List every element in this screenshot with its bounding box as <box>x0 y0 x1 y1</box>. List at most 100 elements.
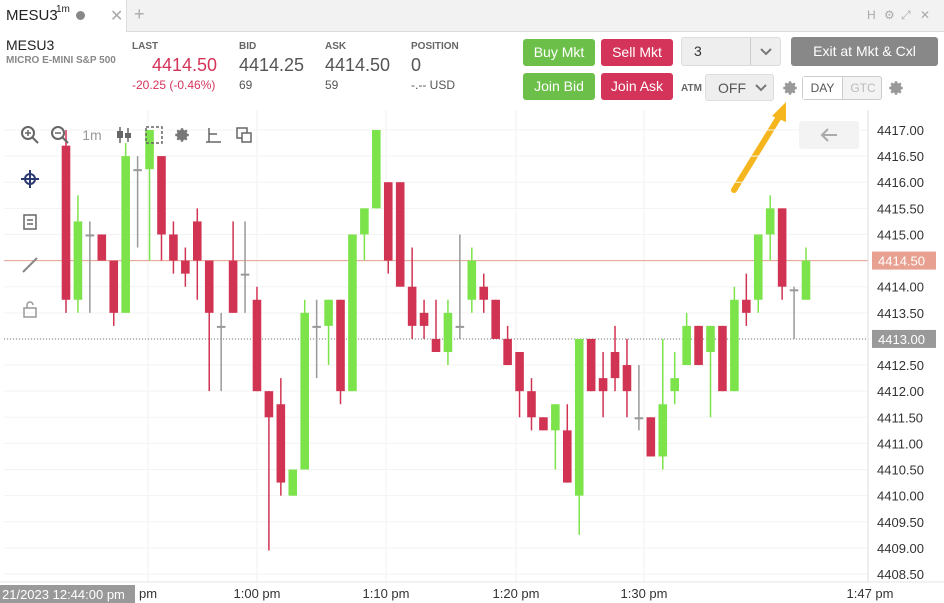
candle-body <box>109 260 119 313</box>
tab-interval: 1m <box>56 4 70 15</box>
buy-mkt-button[interactable]: Buy Mkt <box>523 39 595 66</box>
candle-body <box>348 234 357 392</box>
chart-settings-gear-icon[interactable] <box>168 121 196 149</box>
candle-body <box>216 325 226 328</box>
price-tick-label: 4411.00 <box>877 436 923 451</box>
time-tick-label: 1:10 pm <box>363 586 410 601</box>
quantity-value: 3 <box>694 43 702 59</box>
candle-body <box>85 234 95 237</box>
last-price-tag-label: 4414.50 <box>878 254 925 269</box>
candle-body <box>455 325 465 328</box>
notes-icon[interactable] <box>16 208 44 236</box>
selection-icon[interactable] <box>140 121 168 149</box>
candle-body <box>789 289 799 292</box>
price-tick-label: 4416.00 <box>877 175 924 190</box>
crosshair-price-tag-label: 4413.00 <box>878 332 925 347</box>
price-tick-label: 4417.00 <box>877 123 924 138</box>
candle-body <box>383 182 393 261</box>
candle-body <box>121 156 130 313</box>
hotkeys-icon[interactable]: H <box>867 8 876 22</box>
tif-gtc-option[interactable]: GTC <box>843 77 883 99</box>
close-tab-icon[interactable]: ✕ <box>110 6 123 26</box>
maximize-icon[interactable]: ⤢ <box>901 8 911 23</box>
candle-body <box>169 234 178 261</box>
candle-body <box>467 260 477 300</box>
price-tick-label: 4410.00 <box>877 489 924 504</box>
candle-body <box>765 208 775 235</box>
candle-body <box>240 273 250 276</box>
candle-body <box>801 260 811 300</box>
price-tick-label: 4411.50 <box>877 410 923 425</box>
candle-body <box>718 325 727 392</box>
sell-mkt-button[interactable]: Sell Mkt <box>601 39 673 66</box>
position-value: 0 <box>411 55 422 75</box>
price-tick-label: 4413.50 <box>877 306 924 321</box>
time-tick-label: pm <box>139 586 157 601</box>
candle-body <box>646 417 656 457</box>
price-tick-label: 4414.00 <box>877 280 924 295</box>
candle-body <box>491 299 500 339</box>
candle-body <box>133 169 142 172</box>
templates-icon[interactable] <box>230 121 258 149</box>
candle-body <box>658 404 668 457</box>
candle-body <box>360 208 369 235</box>
candle-body <box>443 312 453 352</box>
lock-icon[interactable] <box>16 295 44 323</box>
candle-body <box>634 417 644 420</box>
candle-body <box>372 130 381 209</box>
crosshair-icon[interactable] <box>16 165 44 193</box>
candle-body <box>419 312 429 326</box>
zoom-in-icon[interactable] <box>16 121 44 149</box>
join-bid-button[interactable]: Join Bid <box>523 73 595 100</box>
candle-body <box>73 221 83 300</box>
candle-body <box>562 430 572 483</box>
time-tick-label: 1:20 pm <box>493 586 540 601</box>
candle-body <box>157 156 166 235</box>
arrow-left-icon <box>820 128 837 142</box>
price-tick-label: 4412.50 <box>877 358 924 373</box>
price-tick-label: 4409.00 <box>877 541 924 556</box>
price-tick-label: 4415.50 <box>877 201 924 216</box>
scroll-to-latest-button[interactable] <box>799 121 859 149</box>
quantity-select[interactable]: 3 <box>681 37 781 66</box>
interval-button[interactable]: 1m <box>78 121 106 149</box>
candle-body <box>228 260 238 313</box>
candle-body <box>753 234 763 300</box>
indicators-icon[interactable] <box>199 121 227 149</box>
tif-toggle: DAY GTC <box>802 76 882 100</box>
candle-body <box>181 260 190 274</box>
tab-title: MESU3 <box>6 7 58 24</box>
price-tick-label: 4416.50 <box>877 149 924 164</box>
drawing-line-icon[interactable] <box>16 251 44 279</box>
candle-body <box>395 182 405 287</box>
candle-body <box>777 208 787 287</box>
connection-status-dot <box>76 11 85 20</box>
candle-body <box>706 325 715 352</box>
divider <box>750 38 751 65</box>
candle-body <box>670 378 680 392</box>
join-ask-button[interactable]: Join Ask <box>601 73 673 100</box>
candle-body <box>586 338 596 392</box>
candle-body <box>431 338 441 352</box>
chart-type-icon[interactable] <box>110 121 138 149</box>
position-pnl: -.-- USD <box>411 78 455 92</box>
atm-label: ATM <box>681 83 702 94</box>
price-axis: 4417.00 4416.50 4416.00 4415.50 4415.00 4414.… <box>867 110 944 603</box>
candle-body <box>61 145 71 300</box>
tab-mesu3[interactable]: MESU3 1m ✕ <box>0 0 127 32</box>
close-window-icon[interactable]: ✕ <box>920 8 930 22</box>
add-tab-icon[interactable]: + <box>134 4 145 25</box>
price-tick-label: 4415.00 <box>877 227 924 242</box>
candle-body <box>610 352 620 379</box>
candle-body <box>192 221 202 261</box>
price-chart[interactable]: 4417.00 4416.50 4416.00 4415.50 4415.00 4414.… <box>0 110 944 603</box>
candle-body <box>300 312 310 470</box>
zoom-out-icon[interactable] <box>46 121 74 149</box>
bid-label: BID <box>239 41 257 52</box>
tif-settings-gear-icon[interactable] <box>887 79 905 97</box>
exit-at-mkt-cxl-button[interactable]: Exit at Mkt & Cxl <box>791 37 938 66</box>
tif-day-option[interactable]: DAY <box>803 77 843 99</box>
tab-bar: MESU3 1m ✕ + H ⚙ ⤢ ✕ <box>0 0 944 32</box>
last-label: LAST <box>132 41 159 52</box>
window-settings-icon[interactable]: ⚙ <box>884 8 895 22</box>
